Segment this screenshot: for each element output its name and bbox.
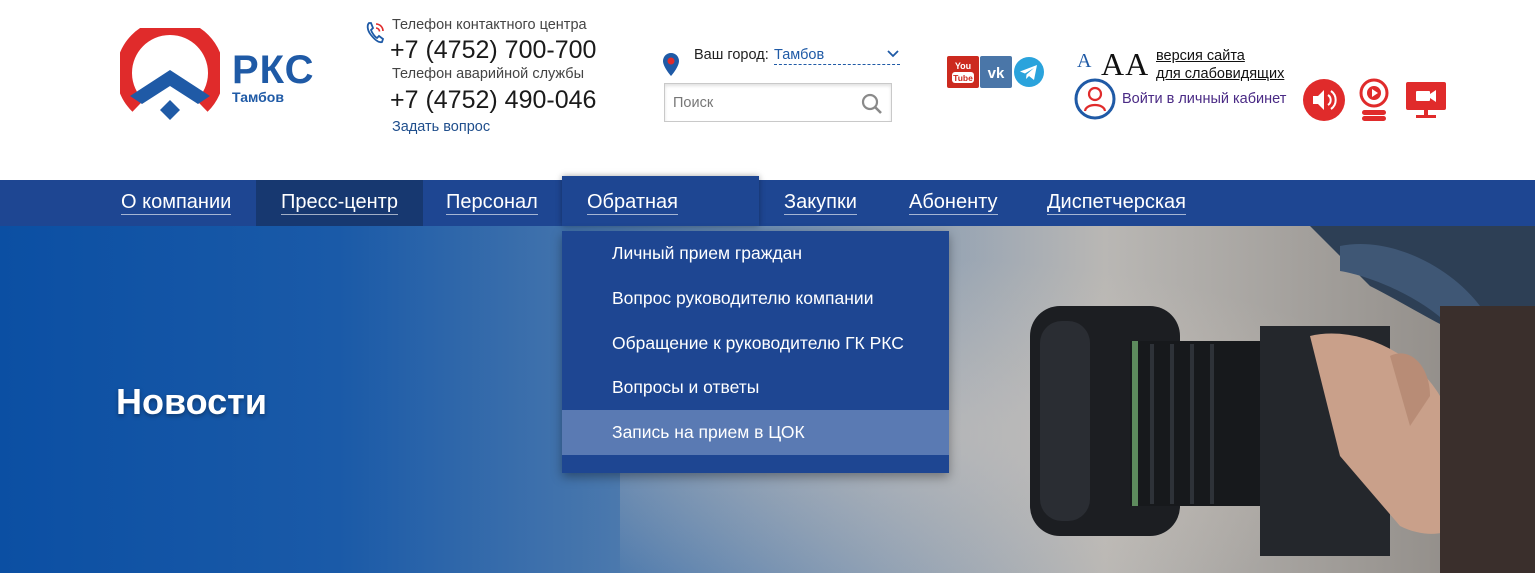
logo-text: РКС: [232, 48, 315, 92]
nav-label: Закупки: [784, 191, 857, 215]
webcam-icon[interactable]: [1358, 78, 1390, 122]
dropdown-item-faq[interactable]: Вопросы и ответы: [562, 365, 949, 410]
nav-label: О компании: [121, 191, 232, 215]
emergency-label: Телефон аварийной службы: [392, 66, 585, 82]
youtube-icon[interactable]: You Tube: [947, 56, 979, 88]
svg-text:vk: vk: [988, 65, 1005, 82]
low-vision-line2: для слабовидящих: [1156, 66, 1285, 82]
nav-item-press-center[interactable]: Пресс-центр: [256, 180, 423, 226]
feedback-dropdown-menu: Личный прием граждан Вопрос руководителю…: [562, 231, 949, 473]
dropdown-item-question-to-director[interactable]: Вопрос руководителю компании: [562, 276, 949, 321]
dropdown-item-appeal-to-group-head[interactable]: Обращение к руководителю ГК РКС: [562, 321, 949, 366]
brand-logo[interactable]: РКС Тамбов: [116, 19, 330, 128]
page: РКС Тамбов Телефон контактного центра +7…: [0, 0, 1535, 573]
page-title: Новости: [116, 381, 267, 422]
main-navigation: О компании Пресс-центр Персонал Обратная…: [0, 176, 1535, 267]
search-box: [664, 83, 892, 122]
camera-photo: [1030, 226, 1535, 573]
nav-item-about[interactable]: О компании: [96, 180, 256, 226]
nav-label: Пресс-центр: [281, 191, 398, 215]
nav-item-subscribers[interactable]: Абоненту: [884, 180, 1023, 226]
location-pin-icon: [663, 53, 679, 76]
search-icon[interactable]: [861, 93, 883, 115]
logo-mark-icon: [116, 19, 224, 120]
youtube-logo-icon: You Tube: [952, 61, 974, 83]
video-monitor-icon[interactable]: [1404, 80, 1448, 120]
emergency-phone: +7 (4752) 490-046: [390, 86, 597, 114]
dropdown-item-service-center-appointment[interactable]: Запись на прием в ЦОК: [562, 410, 949, 455]
nav-item-feedback[interactable]: Обратная связь: [562, 176, 759, 267]
logo-city: Тамбов: [232, 89, 284, 105]
nav-item-dispatch[interactable]: Диспетчерская: [1022, 180, 1211, 226]
ask-question-link[interactable]: Задать вопрос: [392, 119, 490, 135]
low-vision-version-link[interactable]: версия сайта для слабовидящих: [1156, 47, 1284, 83]
svg-text:You: You: [955, 61, 971, 71]
nav-item-staff[interactable]: Персонал: [421, 180, 563, 226]
nav-label: Персонал: [446, 191, 538, 215]
city-selector-value: Тамбов: [774, 47, 825, 63]
city-label: Ваш город:: [694, 47, 769, 63]
low-vision-line1: версия сайта: [1156, 48, 1245, 64]
phone-icon: [366, 22, 385, 44]
personal-cabinet-link[interactable]: Войти в личный кабинет: [1122, 91, 1286, 107]
nav-label: Абоненту: [909, 191, 998, 215]
vk-logo-icon: vk: [988, 65, 1005, 82]
site-header: РКС Тамбов Телефон контактного центра +7…: [0, 0, 1535, 180]
svg-text:Tube: Tube: [953, 73, 973, 83]
contact-center-label: Телефон контактного центра: [392, 17, 587, 33]
dropdown-item-personal-reception[interactable]: Личный прием граждан: [562, 231, 949, 276]
chevron-down-icon: [887, 50, 899, 58]
search-input[interactable]: [665, 84, 855, 121]
telegram-icon[interactable]: [1013, 56, 1045, 88]
user-profile-icon[interactable]: [1074, 78, 1116, 120]
contact-center-phone: +7 (4752) 700-700: [390, 36, 597, 64]
speaker-icon[interactable]: [1302, 78, 1346, 122]
nav-item-procurement[interactable]: Закупки: [759, 180, 882, 226]
city-selector[interactable]: Тамбов: [774, 47, 900, 65]
nav-label: Диспетчерская: [1047, 191, 1186, 215]
font-size-small-button[interactable]: A: [1077, 50, 1091, 73]
vk-icon[interactable]: vk: [980, 56, 1012, 88]
